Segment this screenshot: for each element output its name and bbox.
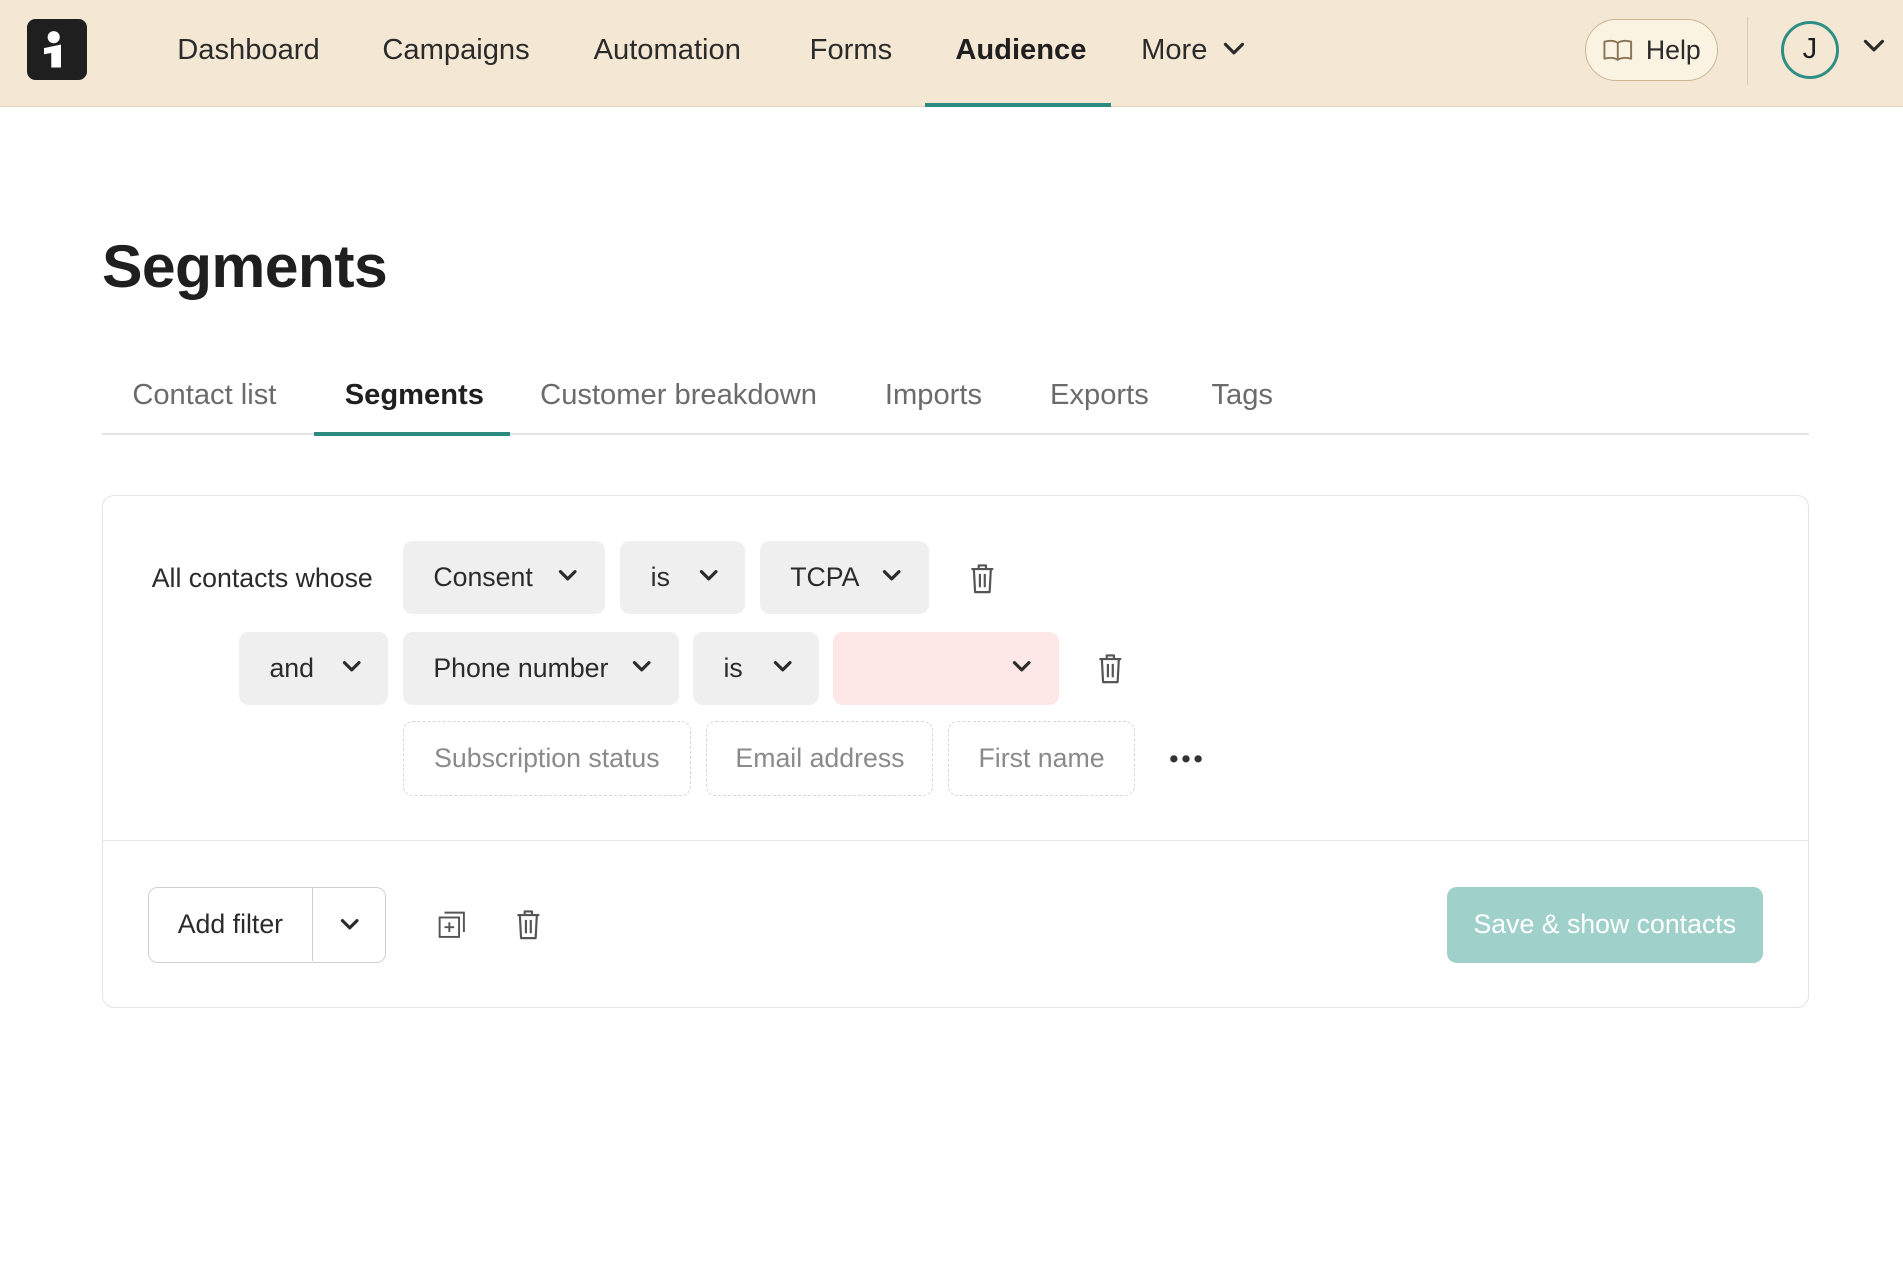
- conjunction-select[interactable]: and: [239, 632, 389, 706]
- add-filter-menu-button[interactable]: [313, 888, 386, 961]
- nav-more[interactable]: More: [1141, 0, 1245, 107]
- add-filter-split-button: Add filter: [148, 887, 387, 963]
- nav-more-label: More: [1141, 34, 1208, 66]
- tab-customer-breakdown[interactable]: Customer breakdown: [540, 379, 817, 435]
- save-show-contacts-button[interactable]: Save & show contacts: [1446, 887, 1763, 963]
- field-select-phone-number[interactable]: Phone number: [403, 632, 679, 706]
- nav-automation[interactable]: Automation: [594, 0, 741, 107]
- nav-audience[interactable]: Audience: [955, 0, 1086, 107]
- value-select-value: TCPA: [790, 562, 860, 593]
- trash-icon: [971, 564, 993, 594]
- operator-select[interactable]: is: [620, 541, 746, 615]
- suggestion-subscription-status[interactable]: Subscription status: [403, 721, 691, 797]
- filter-intro-label: All contacts whose: [151, 563, 373, 594]
- conjunction-select-value: and: [269, 653, 314, 684]
- duplicate-add-icon: [438, 911, 465, 939]
- delete-condition-button[interactable]: [1093, 651, 1129, 687]
- tab-imports[interactable]: Imports: [885, 379, 982, 435]
- nav-forms[interactable]: Forms: [810, 0, 893, 107]
- logo-icon: [43, 31, 61, 68]
- chevron-down-icon: [343, 661, 361, 672]
- operator-select-value: is: [723, 653, 743, 684]
- help-label: Help: [1645, 34, 1701, 65]
- book-icon: [1603, 40, 1633, 62]
- more-suggestions-button[interactable]: [1168, 740, 1204, 776]
- value-select-empty[interactable]: [832, 632, 1059, 706]
- chevron-down-icon: [633, 661, 651, 672]
- card-divider: [101, 840, 1809, 842]
- field-select-value: Consent: [433, 562, 533, 593]
- suggestion-email-address[interactable]: Email address: [706, 721, 934, 797]
- account-chevron-down-icon[interactable]: [1863, 39, 1885, 54]
- duplicate-group-button[interactable]: [433, 907, 469, 943]
- delete-condition-button[interactable]: [964, 561, 1000, 597]
- trash-icon: [1099, 654, 1122, 684]
- suggestion-first-name[interactable]: First name: [948, 721, 1135, 797]
- operator-select[interactable]: is: [693, 632, 820, 706]
- avatar-initial: J: [1802, 33, 1818, 66]
- nav-dashboard[interactable]: Dashboard: [177, 0, 319, 107]
- chevron-down-icon: [883, 570, 902, 581]
- chevron-down-icon: [700, 570, 718, 581]
- active-nav-indicator: [924, 103, 1111, 107]
- tab-contact-list[interactable]: Contact list: [132, 379, 276, 435]
- tab-segments[interactable]: Segments: [345, 379, 484, 435]
- nav-divider: [1746, 16, 1748, 85]
- help-button[interactable]: Help: [1585, 19, 1718, 82]
- trash-icon: [517, 910, 539, 940]
- delete-group-button[interactable]: [510, 907, 546, 943]
- tab-tags[interactable]: Tags: [1211, 379, 1273, 435]
- brand-logo[interactable]: [26, 19, 88, 81]
- chevron-down-icon: [1223, 42, 1244, 55]
- ellipsis-icon: [1170, 755, 1202, 763]
- avatar[interactable]: J: [1780, 20, 1840, 79]
- page-title: Segments: [101, 231, 388, 300]
- field-select-value: Phone number: [433, 653, 609, 684]
- top-nav-bar: Dashboard Campaigns Automation Forms Aud…: [0, 0, 1903, 107]
- add-filter-button[interactable]: Add filter: [149, 888, 312, 961]
- chevron-down-icon: [774, 661, 792, 672]
- field-select-consent[interactable]: Consent: [403, 541, 605, 615]
- nav-campaigns[interactable]: Campaigns: [382, 0, 529, 107]
- operator-select-value: is: [650, 562, 670, 593]
- chevron-down-icon: [1013, 661, 1031, 672]
- tab-exports[interactable]: Exports: [1050, 379, 1149, 435]
- chevron-down-icon: [340, 919, 359, 930]
- active-tab-indicator: [314, 432, 510, 436]
- value-select-tcpa[interactable]: TCPA: [759, 541, 929, 615]
- chevron-down-icon: [559, 570, 577, 581]
